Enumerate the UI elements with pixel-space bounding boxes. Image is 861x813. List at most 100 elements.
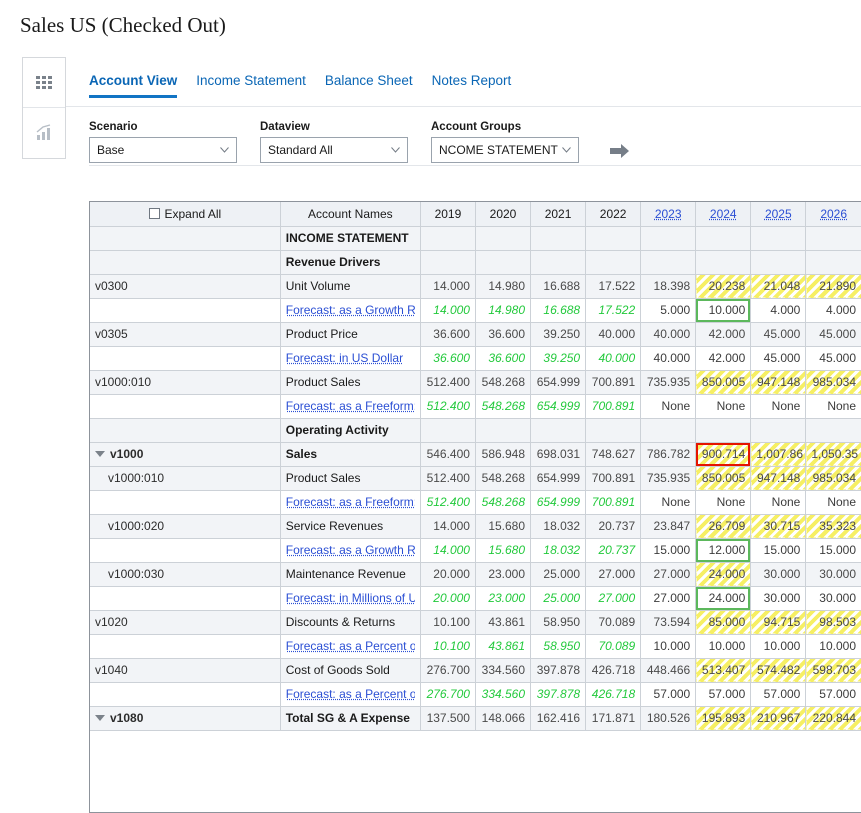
value-cell[interactable]: 137.500 [420, 706, 476, 731]
value-cell[interactable]: 700.891 [585, 370, 642, 395]
scenario-select[interactable]: Base [89, 137, 237, 163]
forecast-value-cell[interactable]: 548.268 [475, 490, 532, 515]
value-cell[interactable]: 1,007.86 [750, 442, 807, 467]
forecast-link-label[interactable]: Forecast: as a Growth Rate [286, 543, 415, 557]
forecast-value-cell[interactable]: 700.891 [585, 394, 642, 419]
table-row[interactable]: Forecast: in US Dollar 36.600 36.600 39.250… [90, 346, 861, 371]
value-cell[interactable]: 180.526 [640, 706, 697, 731]
account-groups-select[interactable]: NCOME STATEMENT [431, 137, 579, 163]
value-cell[interactable]: 598.703 [805, 658, 861, 683]
forecast-value-cell[interactable]: 57.000 [695, 682, 752, 707]
row-account-code[interactable]: v0305 [90, 322, 281, 347]
selected-value-cell[interactable]: 900.714 [695, 442, 752, 467]
row-account-code[interactable] [90, 682, 281, 707]
value-cell[interactable]: 85.000 [695, 610, 752, 635]
value-cell[interactable]: 148.066 [475, 706, 532, 731]
forecast-value-cell[interactable]: 17.522 [585, 298, 642, 323]
forecast-value-cell[interactable]: 4.000 [750, 298, 807, 323]
forecast-value-cell[interactable]: None [750, 490, 807, 515]
value-cell[interactable]: 513.407 [695, 658, 752, 683]
forecast-value-cell[interactable]: 57.000 [805, 682, 861, 707]
table-row[interactable]: Forecast: as a Percent of S 276.700334.56… [90, 682, 861, 707]
forecast-value-cell[interactable]: 45.000 [750, 346, 807, 371]
value-cell[interactable]: 276.700 [420, 658, 476, 683]
forecast-value-cell[interactable]: None [695, 490, 752, 515]
value-cell[interactable]: 24.000 [695, 562, 752, 587]
forecast-value-cell[interactable]: 14.000 [420, 298, 476, 323]
value-cell[interactable]: 947.148 [750, 466, 807, 491]
value-cell[interactable]: 850.005 [695, 466, 752, 491]
forecast-value-cell[interactable]: 40.000 [640, 346, 697, 371]
forecast-value-cell[interactable]: 334.560 [475, 682, 532, 707]
row-account-code[interactable]: v1000:010 [90, 466, 281, 491]
value-cell[interactable]: 220.844 [805, 706, 861, 731]
forecast-link-label[interactable]: Forecast: as a Growth Rate [286, 303, 415, 317]
forecast-value-cell[interactable]: 43.861 [475, 634, 532, 659]
value-cell[interactable]: 162.416 [530, 706, 587, 731]
value-cell[interactable]: 654.999 [530, 466, 587, 491]
year-header-2023[interactable]: 2023 [640, 202, 697, 227]
value-cell[interactable]: 512.400 [420, 370, 476, 395]
value-cell[interactable]: 16.688 [530, 274, 587, 299]
forecast-value-cell[interactable]: 14.000 [420, 538, 476, 563]
value-cell[interactable]: 94.715 [750, 610, 807, 635]
row-account-code[interactable] [90, 634, 281, 659]
collapse-triangle-icon[interactable] [95, 450, 105, 457]
row-account-code[interactable] [90, 250, 281, 275]
table-row[interactable]: v1040 Cost of Goods Sold 276.700 334.560 397… [90, 658, 861, 683]
expand-all-checkbox[interactable] [148, 208, 160, 220]
forecast-link-label[interactable]: Forecast: as a Percent of R [286, 639, 415, 653]
value-cell[interactable]: 748.627 [585, 442, 642, 467]
value-cell[interactable]: 512.400 [420, 466, 476, 491]
value-cell[interactable]: 1,050.35 [805, 442, 861, 467]
year-header-2020[interactable]: 2020 [475, 202, 532, 227]
forecast-value-cell[interactable]: 57.000 [750, 682, 807, 707]
value-cell[interactable]: 735.935 [640, 466, 697, 491]
editable-value-cell[interactable]: 12.000 [695, 538, 752, 563]
year-header-2019[interactable]: 2019 [420, 202, 476, 227]
value-cell[interactable]: 14.000 [420, 514, 476, 539]
value-cell[interactable]: 334.560 [475, 658, 532, 683]
editable-value-cell[interactable]: 24.000 [695, 586, 752, 611]
tab-account-view[interactable]: Account View [89, 57, 178, 98]
forecast-value-cell[interactable]: 20.000 [420, 586, 476, 611]
forecast-link-label[interactable]: Forecast: in Millions of US [286, 591, 415, 605]
forecast-value-cell[interactable]: 70.089 [585, 634, 642, 659]
row-account-code[interactable]: v1000:030 [90, 562, 281, 587]
value-cell[interactable]: 73.594 [640, 610, 697, 635]
value-cell[interactable]: 18.032 [530, 514, 587, 539]
value-cell[interactable]: 586.948 [475, 442, 532, 467]
row-forecast-link[interactable]: Forecast: as a Freeform: US [280, 490, 421, 515]
row-forecast-link[interactable]: Forecast: as a Freeform: US [280, 394, 421, 419]
arrow-right-icon[interactable] [610, 142, 630, 160]
forecast-value-cell[interactable]: 23.000 [475, 586, 532, 611]
value-cell[interactable]: 58.950 [530, 610, 587, 635]
value-cell[interactable]: 17.522 [585, 274, 642, 299]
value-cell[interactable]: 397.878 [530, 658, 587, 683]
row-account-code[interactable] [90, 346, 281, 371]
forecast-value-cell[interactable]: None [805, 394, 861, 419]
table-row[interactable]: v1000:030 Maintenance Revenue 20.000 23.000… [90, 562, 861, 587]
editable-value-cell[interactable]: 10.000 [695, 298, 752, 323]
forecast-value-cell[interactable]: 36.600 [475, 346, 532, 371]
rail-item-grid-view[interactable] [23, 58, 65, 108]
value-cell[interactable]: 14.000 [420, 274, 476, 299]
row-account-code[interactable]: v1000 [90, 442, 281, 467]
value-cell[interactable]: 546.400 [420, 442, 476, 467]
value-cell[interactable]: 36.600 [475, 322, 532, 347]
value-cell[interactable]: 654.999 [530, 370, 587, 395]
table-row[interactable]: v1080 Total SG & A Expense 137.500 148.066 1… [90, 706, 861, 731]
row-account-code[interactable]: v1020 [90, 610, 281, 635]
forecast-value-cell[interactable]: 16.688 [530, 298, 587, 323]
value-cell[interactable]: 70.089 [585, 610, 642, 635]
account-grid[interactable]: Expand All Account Names 2019 2020 2021 … [89, 201, 861, 813]
value-cell[interactable]: 947.148 [750, 370, 807, 395]
value-cell[interactable]: 27.000 [585, 562, 642, 587]
forecast-value-cell[interactable]: 548.268 [475, 394, 532, 419]
forecast-value-cell[interactable]: 5.000 [640, 298, 697, 323]
value-cell[interactable]: 25.000 [530, 562, 587, 587]
value-cell[interactable]: 98.503 [805, 610, 861, 635]
table-row[interactable]: v1000:010 Product Sales 512.400 548.268 654.… [90, 370, 861, 395]
forecast-value-cell[interactable]: 42.000 [695, 346, 752, 371]
table-row[interactable]: Forecast: as a Freeform: US 512.400548.26… [90, 490, 861, 515]
